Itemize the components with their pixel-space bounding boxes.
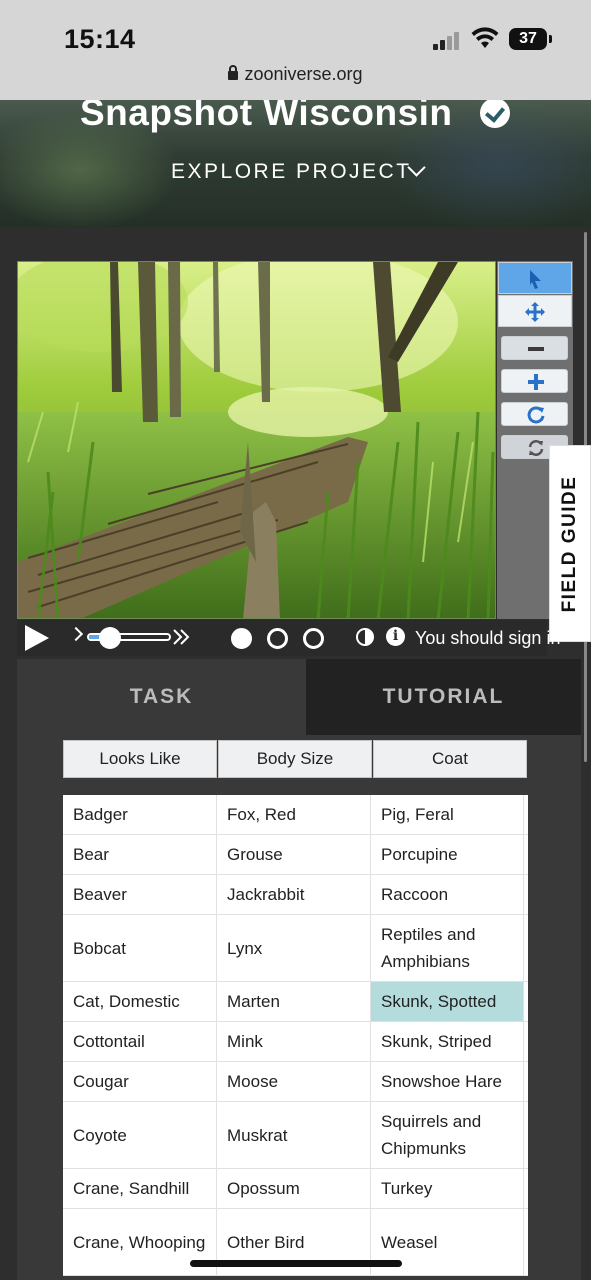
project-title: Snapshot Wisconsin [80, 100, 453, 133]
slider-handle[interactable] [98, 627, 121, 649]
frame-dot[interactable] [303, 628, 324, 649]
subject-image[interactable] [17, 261, 496, 619]
tab-task[interactable]: TASK [17, 659, 306, 735]
status-bar: 15:14 37 zooniverse.org [0, 0, 591, 100]
page: 15:14 37 zooniverse.org Snapshot Wiscons… [0, 0, 591, 1280]
rotate-icon [527, 406, 545, 424]
filter-body-size[interactable]: Body Size [218, 740, 372, 778]
tab-tutorial[interactable]: TUTORIAL [306, 659, 581, 735]
species-option[interactable]: Raccoon [371, 875, 524, 914]
url-text: zooniverse.org [244, 64, 363, 84]
species-option[interactable]: Grouse [217, 835, 371, 874]
cellular-signal-icon [433, 30, 463, 50]
invert-colors-icon[interactable] [356, 628, 374, 646]
species-option[interactable]: Cougar [63, 1062, 217, 1101]
frame-dot[interactable] [267, 628, 288, 649]
battery-icon: 37 [509, 28, 552, 50]
species-option[interactable]: Pig, Feral [371, 795, 524, 834]
project-hero: Snapshot Wisconsin EXPLORE PROJECT [0, 100, 591, 227]
species-option[interactable]: Skunk, Spotted [371, 982, 524, 1021]
species-row: Bear Grouse Porcupine [63, 835, 528, 875]
wifi-icon [471, 27, 499, 48]
status-time: 15:14 [64, 24, 136, 54]
step-forward-icon[interactable] [68, 626, 84, 642]
move-tool-button[interactable] [498, 295, 572, 327]
species-option[interactable]: Marten [217, 982, 371, 1021]
species-option[interactable]: Opossum [217, 1169, 371, 1208]
zoom-out-icon [528, 347, 544, 351]
frame-dot[interactable] [231, 628, 252, 649]
species-option[interactable]: Fox, Red [217, 795, 371, 834]
species-option[interactable]: Beaver [63, 875, 217, 914]
address-bar[interactable]: zooniverse.org [0, 64, 591, 85]
playback-controls: i You should sign in [17, 620, 560, 656]
species-option[interactable]: Cat, Domestic [63, 982, 217, 1021]
move-icon [525, 302, 545, 322]
species-grid: Badger Fox, Red Pig, Feral Bear Grouse Porcup… [63, 795, 528, 1276]
field-guide-label: FIELD GUIDE [559, 475, 580, 612]
zoom-in-icon [528, 374, 544, 390]
zoom-out-button[interactable] [501, 336, 568, 360]
species-row: Badger Fox, Red Pig, Feral [63, 795, 528, 835]
pointer-tool-button[interactable] [498, 262, 572, 294]
species-option[interactable]: Coyote [63, 1102, 217, 1168]
fast-forward-icon[interactable] [172, 628, 192, 646]
species-option[interactable]: Cottontail [63, 1022, 217, 1061]
zoom-in-button[interactable] [501, 369, 568, 393]
info-icon[interactable]: i [386, 627, 405, 646]
sign-in-notice[interactable]: You should sign in [415, 628, 560, 649]
species-option[interactable]: Lynx [217, 915, 371, 981]
pointer-icon [530, 270, 541, 289]
species-option[interactable]: Mink [217, 1022, 371, 1061]
filter-looks-like[interactable]: Looks Like [63, 740, 217, 778]
lock-icon [228, 65, 239, 80]
species-option[interactable]: Squirrels and Chipmunks [371, 1102, 524, 1168]
species-option[interactable]: Muskrat [217, 1102, 371, 1168]
species-option[interactable]: Badger [63, 795, 217, 834]
species-row: Cottontail Mink Skunk, Striped [63, 1022, 528, 1062]
species-row: Cat, Domestic Marten Skunk, Spotted [63, 982, 528, 1022]
species-option[interactable]: Reptiles and Amphibians [371, 915, 524, 981]
explore-project-button[interactable]: EXPLORE PROJECT [171, 160, 412, 184]
filter-coat[interactable]: Coat [373, 740, 527, 778]
species-option[interactable]: Porcupine [371, 835, 524, 874]
rotate-button[interactable] [501, 402, 568, 426]
species-option[interactable]: Bobcat [63, 915, 217, 981]
filter-bar: Looks Like Body Size Coat [63, 740, 527, 778]
species-option[interactable]: Moose [217, 1062, 371, 1101]
species-row: Coyote Muskrat Squirrels and Chipmunks [63, 1102, 528, 1169]
play-icon[interactable] [25, 625, 49, 651]
species-option[interactable]: Crane, Sandhill [63, 1169, 217, 1208]
species-row: Cougar Moose Snowshoe Hare [63, 1062, 528, 1102]
species-row: Crane, Sandhill Opossum Turkey [63, 1169, 528, 1209]
species-option[interactable]: Turkey [371, 1169, 524, 1208]
species-option[interactable]: Bear [63, 835, 217, 874]
species-option[interactable]: Skunk, Striped [371, 1022, 524, 1061]
species-row: Bobcat Lynx Reptiles and Amphibians [63, 915, 528, 982]
species-option[interactable]: Snowshoe Hare [371, 1062, 524, 1101]
field-guide-tab[interactable]: FIELD GUIDE [549, 445, 591, 642]
reset-icon [528, 440, 544, 456]
home-indicator[interactable] [190, 1260, 402, 1267]
species-option[interactable]: Jackrabbit [217, 875, 371, 914]
task-tabs: TASK TUTORIAL [17, 659, 581, 735]
species-row: Beaver Jackrabbit Raccoon [63, 875, 528, 915]
